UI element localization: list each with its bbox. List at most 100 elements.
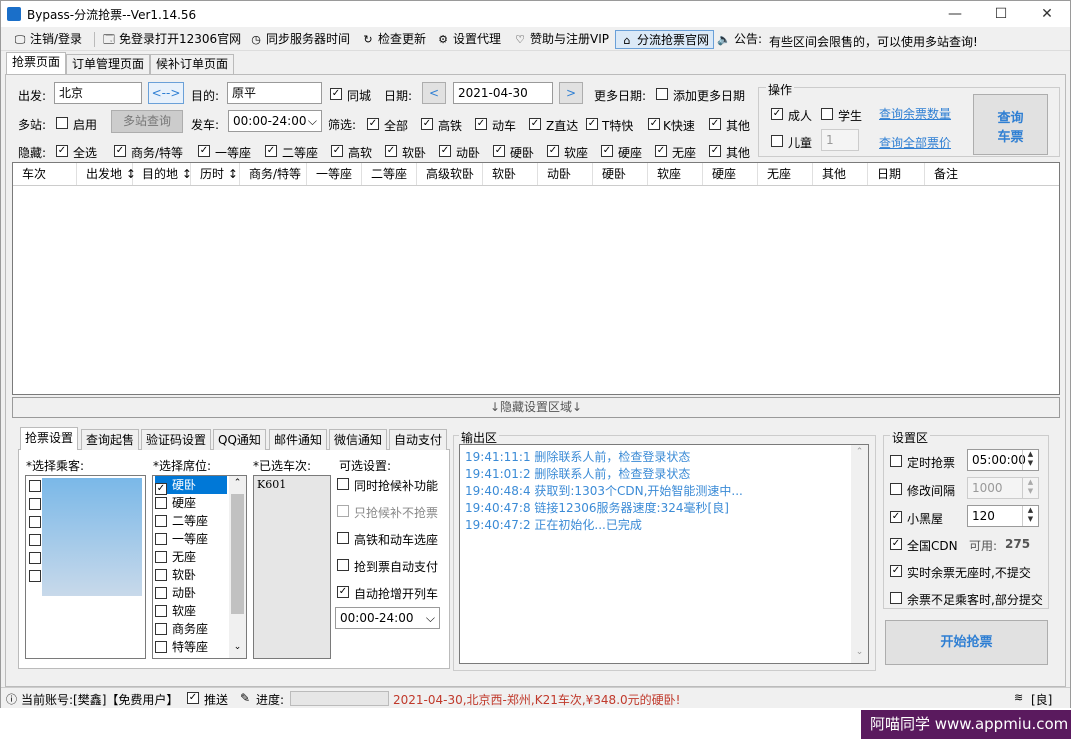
spin-arrows-icon[interactable]: ▲ ▼: [1022, 506, 1038, 526]
hide-first-checkbox[interactable]: ✓: [198, 145, 210, 157]
chosen-trains-list[interactable]: K601: [253, 475, 331, 659]
tab-grab-settings[interactable]: 抢票设置: [20, 427, 79, 450]
grid-header[interactable]: 备注: [925, 163, 1059, 185]
grid-header[interactable]: 一等座: [307, 163, 362, 185]
grid-header[interactable]: 其他: [813, 163, 868, 185]
filter-dongche-checkbox[interactable]: ✓: [475, 118, 487, 130]
grid-header[interactable]: 硬座: [703, 163, 758, 185]
grid-header[interactable]: 出发地 ↕: [77, 163, 136, 185]
passenger-checkbox[interactable]: [29, 552, 41, 564]
option-waitlist-only-checkbox[interactable]: [337, 505, 349, 517]
seat-item[interactable]: 软座: [155, 602, 196, 620]
cdn-checkbox[interactable]: ✓: [890, 538, 902, 550]
tab-orders[interactable]: 订单管理页面: [66, 54, 151, 74]
option-seat-select-checkbox[interactable]: [337, 532, 349, 544]
hide-wuzuo-checkbox[interactable]: ✓: [655, 145, 667, 157]
tab-mail-notify[interactable]: 邮件通知: [269, 429, 328, 450]
seat-checkbox[interactable]: [155, 641, 167, 653]
seat-checkbox[interactable]: [155, 605, 167, 617]
menu-sync-time[interactable]: ◷ 同步服务器时间: [245, 30, 354, 49]
option-waitlist-checkbox[interactable]: [337, 478, 349, 490]
chosen-train-item[interactable]: K601: [257, 478, 286, 491]
multi-enable-checkbox[interactable]: [56, 117, 68, 129]
all-price-link[interactable]: 查询全部票价: [879, 134, 951, 151]
seat-item[interactable]: 硬座: [155, 494, 196, 512]
seat-item[interactable]: ✓ 硬卧: [155, 476, 227, 495]
grid-header[interactable]: 高级软卧: [417, 163, 483, 185]
hide-second-checkbox[interactable]: ✓: [265, 145, 277, 157]
spin-arrows-icon[interactable]: ▲ ▼: [1022, 478, 1038, 498]
passenger-checkbox[interactable]: [29, 480, 41, 492]
filter-z-checkbox[interactable]: ✓: [529, 118, 541, 130]
grid-header[interactable]: 目的地 ↕: [133, 163, 192, 185]
depart-range-select[interactable]: 00:00-24:00 ⌵: [228, 110, 322, 132]
hide-yingwo-checkbox[interactable]: ✓: [493, 145, 505, 157]
scroll-down-icon[interactable]: ⌄: [229, 642, 246, 652]
spin-arrows-icon[interactable]: ▲ ▼: [1022, 450, 1038, 470]
timed-grab-checkbox[interactable]: [890, 455, 902, 467]
same-city-checkbox[interactable]: ✓: [330, 88, 342, 100]
student-checkbox[interactable]: [821, 108, 833, 120]
menu-sponsor[interactable]: ♡ 赞助与注册VIP: [509, 30, 613, 49]
seat-scrollbar[interactable]: ⌃ ⌄: [229, 476, 246, 658]
filter-gaotie-checkbox[interactable]: ✓: [421, 118, 433, 130]
passenger-checkbox[interactable]: [29, 498, 41, 510]
train-grid[interactable]: 车次 出发地 ↕ 目的地 ↕ 历时 ↕ 商务/特等 一等座 二等座 高级软卧 软…: [12, 162, 1060, 395]
push-checkbox[interactable]: ✓: [187, 692, 199, 704]
hide-yingzuo-checkbox[interactable]: ✓: [601, 145, 613, 157]
options-time-select[interactable]: 00:00-24:00 ⌵: [335, 607, 440, 629]
menu-check-update[interactable]: ↻ 检查更新: [357, 30, 430, 49]
hide-gaoruan-checkbox[interactable]: ✓: [331, 145, 343, 157]
swap-button[interactable]: <-->: [148, 82, 184, 104]
multi-query-button[interactable]: 多站查询: [111, 110, 183, 133]
tab-waitlist[interactable]: 候补订单页面: [150, 54, 235, 74]
seat-item[interactable]: 一等座: [155, 530, 208, 548]
child-count-stepper[interactable]: 1: [821, 129, 859, 151]
output-scrollbar[interactable]: ⌃ ⌄: [851, 445, 868, 663]
next-date-button[interactable]: >: [559, 82, 583, 104]
filter-other-checkbox[interactable]: ✓: [709, 118, 721, 130]
hide-settings-toggle[interactable]: ↓隐藏设置区域↓: [12, 397, 1060, 418]
tab-grab[interactable]: 抢票页面: [6, 52, 67, 75]
seat-checkbox[interactable]: [155, 515, 167, 527]
tab-wechat-notify[interactable]: 微信通知: [329, 429, 388, 450]
grid-header[interactable]: 二等座: [362, 163, 417, 185]
scroll-up-icon[interactable]: ⌃: [229, 478, 246, 488]
passenger-checkbox[interactable]: [29, 516, 41, 528]
seat-item[interactable]: 商务座: [155, 620, 208, 638]
menu-open-12306[interactable]: 🗔 免登录打开12306官网: [98, 30, 245, 49]
to-input[interactable]: 原平: [227, 82, 322, 104]
tab-qq-notify[interactable]: QQ通知: [213, 429, 266, 450]
hide-other-checkbox[interactable]: ✓: [709, 145, 721, 157]
timed-grab-stepper[interactable]: 05:00:00 ▲ ▼: [967, 449, 1039, 471]
query-tickets-button[interactable]: 查询 车票: [973, 94, 1048, 155]
filter-all-checkbox[interactable]: ✓: [367, 118, 379, 130]
hide-business-checkbox[interactable]: ✓: [114, 145, 126, 157]
grid-header[interactable]: 无座: [758, 163, 813, 185]
grid-header[interactable]: 日期: [868, 163, 925, 185]
menu-login[interactable]: 🖵 注销/登录: [9, 30, 86, 49]
no-seat-checkbox[interactable]: ✓: [890, 565, 902, 577]
grid-header[interactable]: 硬卧: [593, 163, 648, 185]
prev-date-button[interactable]: <: [422, 82, 446, 104]
hide-ruanwo-checkbox[interactable]: ✓: [385, 145, 397, 157]
seat-checkbox[interactable]: [155, 623, 167, 635]
grid-header[interactable]: 商务/特等: [240, 163, 307, 185]
close-button[interactable]: ✕: [1024, 1, 1070, 27]
passenger-checkbox[interactable]: [29, 570, 41, 582]
tab-query-sale[interactable]: 查询起售: [81, 429, 140, 450]
filter-t-checkbox[interactable]: ✓: [586, 118, 598, 130]
interval-stepper[interactable]: 1000 ▲ ▼: [967, 477, 1039, 499]
add-more-dates-checkbox[interactable]: [656, 88, 668, 100]
start-grab-button[interactable]: 开始抢票: [885, 620, 1048, 665]
menu-notice[interactable]: 🔈 公告:: [713, 30, 766, 49]
seat-checkbox[interactable]: [155, 551, 167, 563]
option-autopay-checkbox[interactable]: [337, 559, 349, 571]
filter-k-checkbox[interactable]: ✓: [648, 118, 660, 130]
scroll-down-icon[interactable]: ⌄: [851, 647, 868, 657]
tab-captcha[interactable]: 验证码设置: [141, 429, 212, 450]
grid-header[interactable]: 软座: [648, 163, 703, 185]
seat-list[interactable]: ✓ 硬卧 硬座 二等座 一等座 无座 软卧 动卧 软座 商务座 特等座 ⌃ ⌄: [152, 475, 247, 659]
blackroom-checkbox[interactable]: ✓: [890, 511, 902, 523]
hide-dongwo-checkbox[interactable]: ✓: [439, 145, 451, 157]
